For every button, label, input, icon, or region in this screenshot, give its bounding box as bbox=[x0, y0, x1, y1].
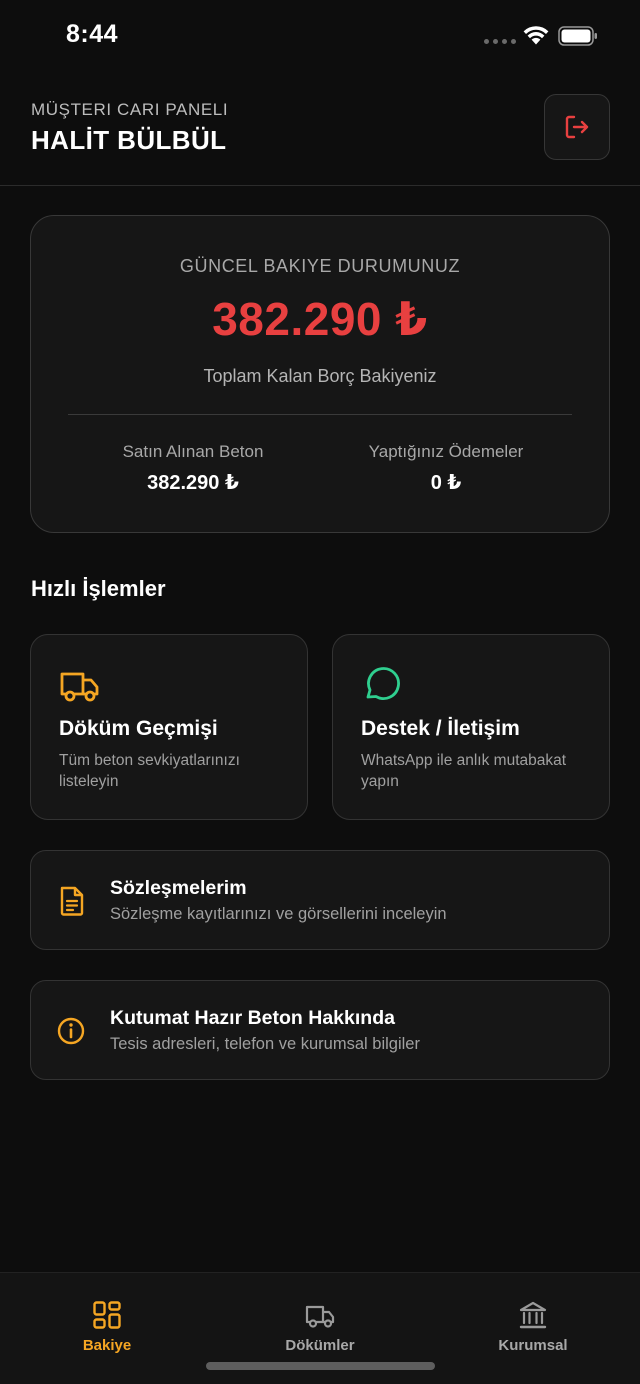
contracts-item[interactable]: Sözleşmelerim Sözleşme kayıtlarınızı ve … bbox=[30, 850, 610, 950]
pour-history-description: Tüm beton sevkiyatlarınızı listeleyin bbox=[59, 752, 240, 790]
balance-label: GÜNCEL BAKIYE DURUMUNUZ bbox=[179, 256, 461, 276]
logout-button[interactable] bbox=[544, 94, 610, 160]
purchased-value: 382.290 ₺ bbox=[147, 472, 239, 494]
payments-value: 0 ₺ bbox=[430, 472, 462, 494]
quick-actions-title: Hızlı İşlemler bbox=[31, 576, 166, 601]
tab-bakiye[interactable]: Bakiye bbox=[27, 1299, 187, 1354]
support-description: WhatsApp ile anlık mutabakat yapın bbox=[361, 752, 567, 790]
about-title: Kutumat Hazır Beton Hakkında bbox=[110, 1007, 395, 1029]
pour-history-title: Döküm Geçmişi bbox=[59, 717, 218, 740]
purchased-concrete-stat: Satın Alınan Beton 382.290 ₺ bbox=[63, 442, 323, 495]
purchased-label: Satın Alınan Beton bbox=[122, 442, 264, 461]
support-contact-card[interactable]: Destek / İletişim WhatsApp ile anlık mut… bbox=[332, 634, 610, 820]
tab-kurumsal-label: Kurumsal bbox=[498, 1337, 568, 1354]
tab-bakiye-label: Bakiye bbox=[82, 1337, 132, 1354]
home-indicator bbox=[206, 1362, 435, 1370]
battery-icon bbox=[558, 26, 597, 46]
bank-icon bbox=[519, 1301, 547, 1329]
status-bar: 8:44 bbox=[0, 0, 640, 74]
tab-dokumler-label: Dökümler bbox=[285, 1337, 355, 1354]
chat-bubble-icon bbox=[366, 667, 400, 700]
pour-history-card[interactable]: Döküm Geçmişi Tüm beton sevkiyatlarınızı… bbox=[30, 634, 308, 820]
status-time: 8:44 bbox=[66, 20, 119, 48]
wifi-icon bbox=[523, 26, 549, 45]
panel-subtitle: MÜŞTERI CARI PANELI bbox=[31, 100, 229, 119]
tab-dokumler[interactable]: Dökümler bbox=[240, 1299, 400, 1354]
about-company-item[interactable]: Kutumat Hazır Beton Hakkında Tesis adres… bbox=[30, 980, 610, 1080]
balance-divider bbox=[68, 414, 572, 415]
customer-name: HALİT BÜLBÜL bbox=[31, 125, 227, 155]
contracts-title: Sözleşmelerim bbox=[110, 877, 247, 899]
balance-card: GÜNCEL BAKIYE DURUMUNUZ 382.290 ₺ Toplam… bbox=[30, 215, 610, 533]
truck-icon bbox=[60, 672, 99, 702]
signal-icon bbox=[484, 39, 516, 44]
support-title: Destek / İletişim bbox=[361, 717, 520, 740]
contracts-description: Sözleşme kayıtlarınızı ve görsellerini i… bbox=[110, 905, 447, 923]
logout-icon bbox=[565, 115, 589, 139]
payments-stat: Yaptığınız Ödemeler 0 ₺ bbox=[316, 442, 576, 495]
truck-icon bbox=[305, 1305, 335, 1328]
info-icon bbox=[57, 1017, 85, 1045]
balance-description: Toplam Kalan Borç Bakiyeniz bbox=[203, 366, 437, 386]
payments-label: Yaptığınız Ödemeler bbox=[368, 442, 524, 461]
about-description: Tesis adresleri, telefon ve kurumsal bil… bbox=[110, 1035, 420, 1053]
balance-amount: 382.290 ₺ bbox=[212, 293, 428, 345]
grid-icon bbox=[93, 1301, 121, 1329]
header: MÜŞTERI CARI PANELI HALİT BÜLBÜL bbox=[0, 74, 640, 186]
document-icon bbox=[60, 886, 84, 916]
tab-kurumsal[interactable]: Kurumsal bbox=[453, 1299, 613, 1354]
